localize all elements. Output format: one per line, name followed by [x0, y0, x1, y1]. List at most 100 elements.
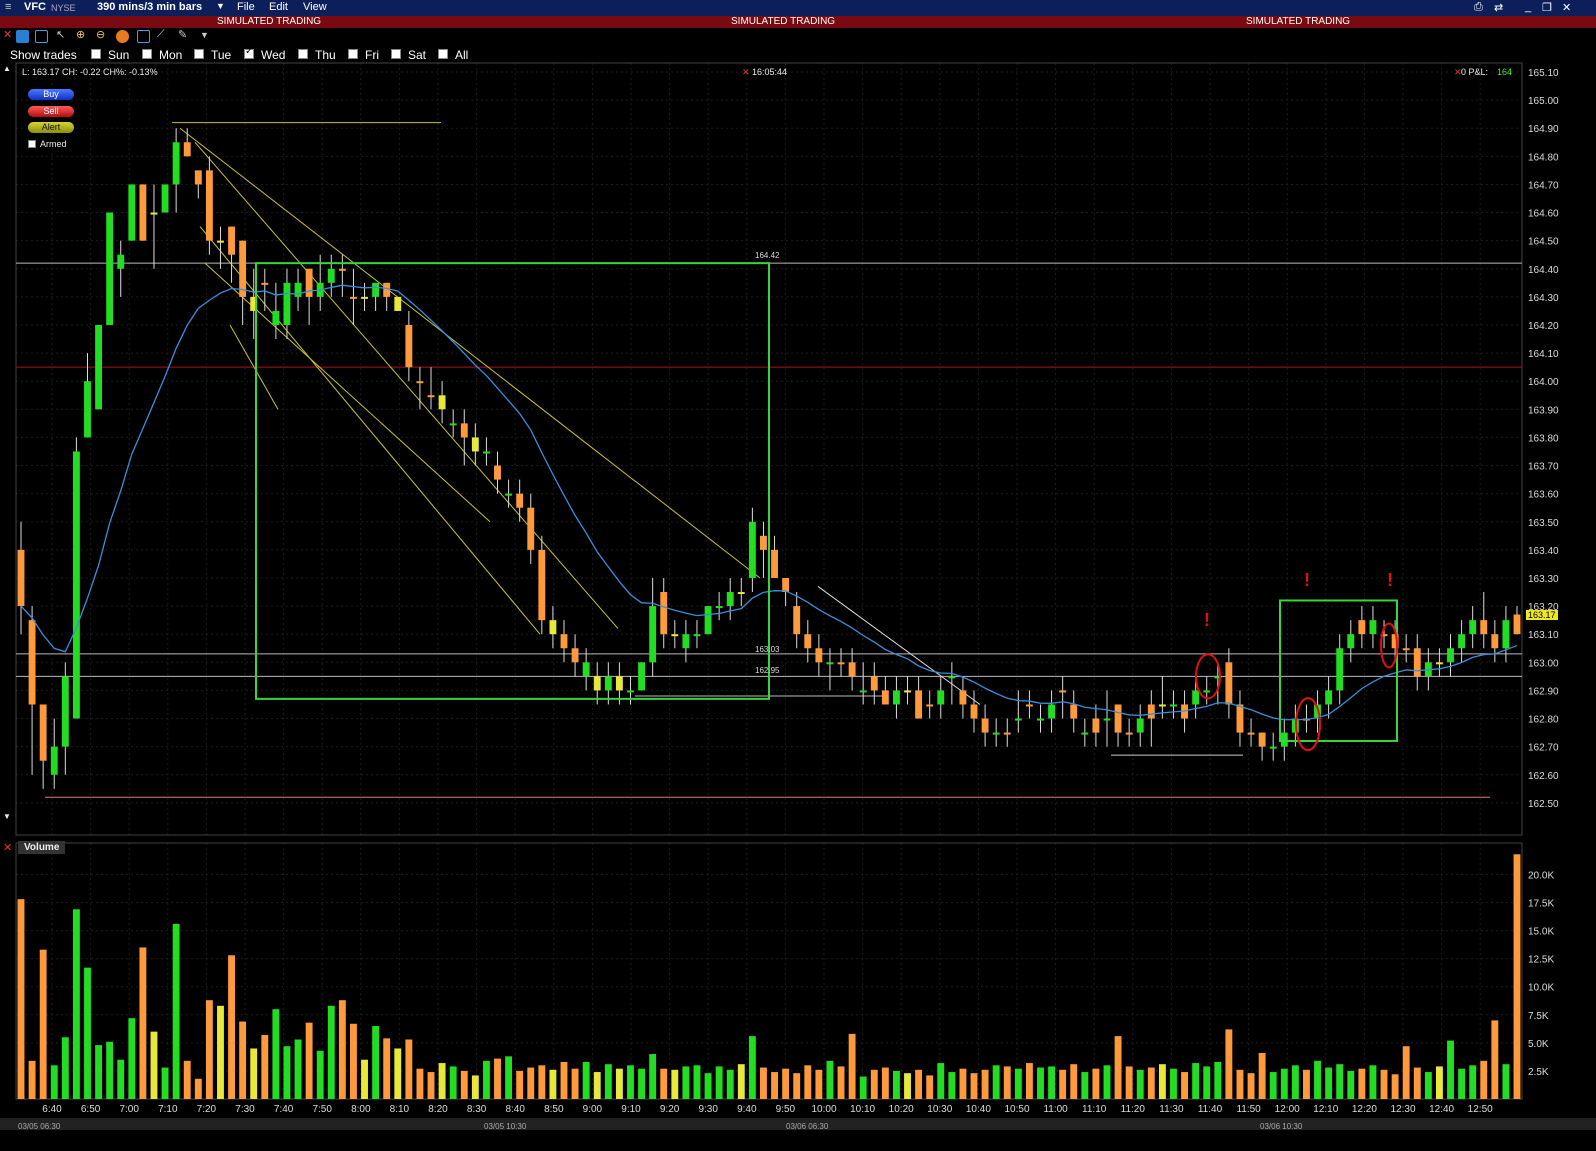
draw-line-icon[interactable]: ⟋: [157, 28, 170, 41]
volume-bar: [1380, 1069, 1388, 1099]
chevron-down-icon[interactable]: ▼: [216, 1, 225, 11]
volume-bar: [139, 947, 147, 1099]
checkbox-tue[interactable]: [194, 49, 204, 59]
restore-icon[interactable]: ❐: [1542, 1, 1552, 14]
volume-bar: [881, 1067, 889, 1099]
checkbox-all[interactable]: [438, 49, 448, 59]
candle-body: [1225, 662, 1233, 705]
menu-file[interactable]: File: [237, 1, 255, 13]
bar-setting-dropdown[interactable]: 390 mins/3 min bars: [97, 1, 202, 13]
tools-icon[interactable]: ✎: [178, 28, 191, 41]
simulated-label-right: SIMULATED TRADING: [1246, 16, 1351, 27]
price-tick-label: 163.80: [1528, 433, 1559, 444]
candle-body: [1158, 704, 1166, 707]
candle-body: [815, 648, 823, 663]
close-icon[interactable]: ✕: [1562, 1, 1571, 14]
volume-bar: [660, 1068, 668, 1099]
print-icon[interactable]: ⎙: [1474, 1, 1483, 14]
volume-bar: [1458, 1068, 1466, 1099]
volume-bar: [327, 1005, 335, 1099]
price-grid: [16, 63, 1522, 835]
candle-body: [1458, 634, 1466, 649]
checkbox-sat[interactable]: [391, 49, 401, 59]
candle-body: [1291, 718, 1299, 733]
quote-info: L: 163.17 CH: -0.22 CH%: -0.13%: [22, 67, 158, 77]
volume-bar: [316, 1050, 324, 1099]
menu-edit[interactable]: Edit: [269, 1, 288, 13]
price-tick-label: 164.60: [1528, 209, 1559, 220]
checkbox-mon[interactable]: [142, 49, 152, 59]
close-panel-icon[interactable]: ✕: [3, 28, 16, 41]
menu-view[interactable]: View: [303, 1, 327, 13]
candle-body: [904, 690, 911, 693]
time-tick-label: 6:40: [42, 1104, 62, 1115]
volume-bar: [782, 1068, 790, 1099]
candle-body: [693, 634, 701, 637]
candle-body: [372, 282, 380, 297]
volume-bar: [305, 1022, 313, 1099]
volume-bar: [815, 1069, 823, 1099]
candle-body: [1236, 704, 1244, 733]
buy-button[interactable]: Buy: [28, 89, 74, 100]
volume-bar: [771, 1072, 778, 1099]
price-tick-label: 162.60: [1528, 771, 1559, 782]
alert-button[interactable]: Alert: [28, 122, 74, 133]
checkbox-wed[interactable]: [244, 46, 254, 59]
bar-type-icon[interactable]: [16, 30, 29, 43]
volume-bar: [416, 1068, 424, 1099]
volume-bar: [1413, 1067, 1421, 1099]
volume-bar: [1158, 1064, 1166, 1099]
candle-body: [1014, 718, 1022, 721]
candle-body: [316, 282, 324, 297]
time-tick-label: 12:10: [1313, 1104, 1338, 1115]
zoom-out-icon[interactable]: ⊖: [96, 28, 109, 41]
fit-icon[interactable]: [137, 30, 150, 43]
volume-tick-label: 2.5K: [1528, 1067, 1549, 1078]
volume-bar: [239, 1021, 247, 1099]
volume-bar: [471, 1075, 479, 1099]
price-tick-label: 162.70: [1528, 743, 1559, 754]
cursor-icon[interactable]: ↖: [56, 28, 69, 41]
candle-body: [1347, 634, 1355, 649]
checkbox-thu[interactable]: [298, 49, 308, 59]
symbol-label[interactable]: VFC: [24, 1, 46, 13]
volume-close-icon[interactable]: ✕: [3, 841, 12, 854]
candle-body: [826, 662, 834, 665]
time-tick-label: 9:50: [776, 1104, 796, 1115]
exclamation-marker: !: [1304, 570, 1310, 590]
candle-body: [383, 282, 391, 297]
volume-bar: [205, 1000, 213, 1099]
volume-bar: [1502, 1064, 1510, 1099]
link-icon[interactable]: ⇄: [1494, 1, 1503, 14]
checkbox-fri[interactable]: [348, 49, 358, 59]
scroll-up-icon[interactable]: ▲: [3, 64, 11, 73]
minimize-icon[interactable]: _: [1525, 1, 1531, 13]
candle-body: [438, 395, 446, 410]
candle-body: [1280, 732, 1288, 747]
volume-bar: [837, 1066, 845, 1099]
volume-bar: [859, 1076, 867, 1099]
checkbox-sun[interactable]: [91, 49, 101, 59]
volume-bar: [194, 1078, 202, 1099]
price-tick-label: 164.30: [1528, 293, 1559, 304]
volume-bar: [1181, 1072, 1188, 1099]
volume-bar: [1303, 1069, 1310, 1099]
zoom-in-icon[interactable]: ⊕: [76, 28, 89, 41]
candle-body: [549, 620, 557, 635]
time-tick-label: 9:30: [698, 1104, 718, 1115]
sell-button[interactable]: Sell: [28, 106, 74, 117]
clock-close-icon[interactable]: ✕: [742, 67, 750, 78]
candle-body: [1480, 620, 1488, 635]
scroll-down-icon[interactable]: ▼: [3, 812, 11, 821]
chart-canvas[interactable]: !!! 165.10 165.00 164.90 164.80 164.70 164.60…: [0, 0, 1596, 1151]
volume-bar: [1424, 1072, 1432, 1099]
day-label-sat: Sat: [408, 48, 427, 62]
pnl-label: 0 P&L:: [1461, 67, 1489, 77]
candle-body: [1380, 634, 1388, 637]
crosshair-icon[interactable]: [116, 30, 129, 43]
candle-body: [748, 521, 756, 578]
candle-icon[interactable]: [35, 30, 48, 43]
chevron-down-icon[interactable]: ▼: [200, 30, 213, 43]
armed-checkbox[interactable]: [28, 140, 36, 148]
day-label-all: All: [455, 48, 469, 62]
